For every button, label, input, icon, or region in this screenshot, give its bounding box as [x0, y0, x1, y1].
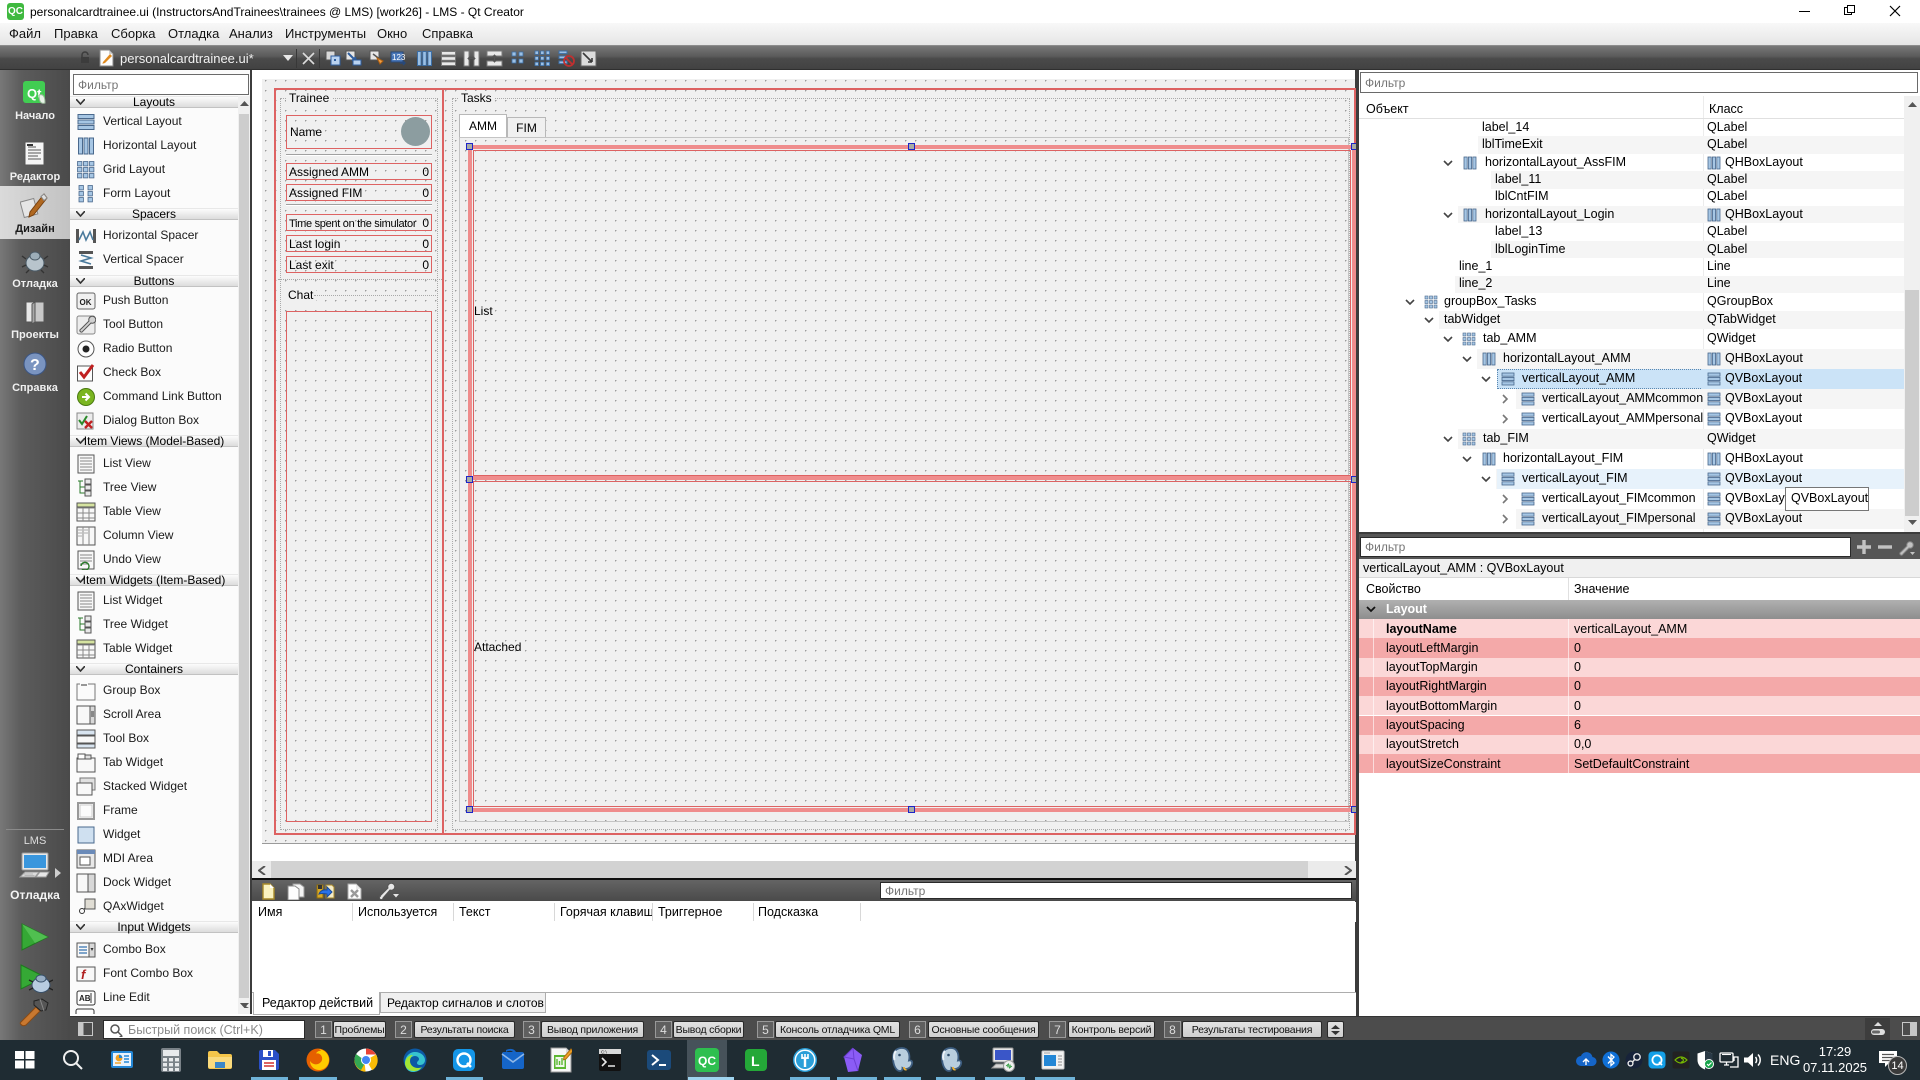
svg-text:AB: AB — [79, 994, 91, 1003]
svg-text:QC: QC — [698, 1054, 716, 1068]
svg-text:?: ? — [30, 357, 40, 374]
svg-text:123: 123 — [392, 53, 406, 62]
svg-text:L: L — [751, 1053, 760, 1069]
svg-text:C:\: C:\ — [601, 1049, 608, 1054]
svg-text:OK: OK — [80, 298, 92, 307]
